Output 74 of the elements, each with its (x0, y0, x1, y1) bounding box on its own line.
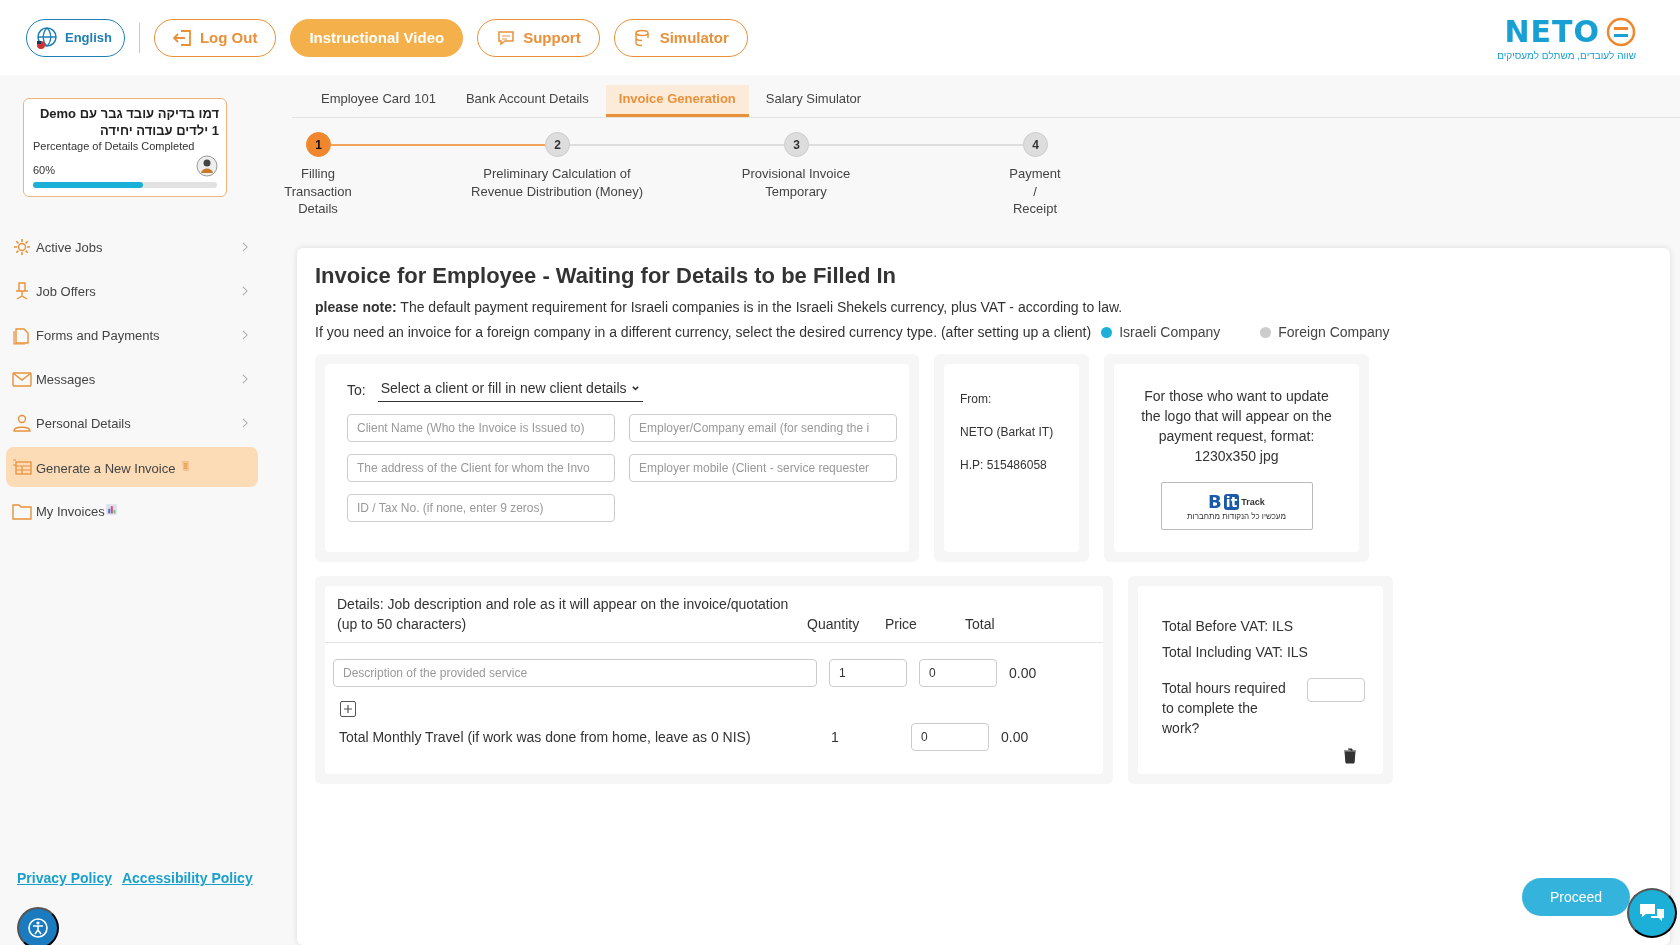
total-label: Total Including VAT: (1162, 644, 1283, 660)
line-total: 0.00 (1009, 665, 1038, 681)
note-text: please note: The default payment requirement for Israeli companies is in the Israeli Shekels currency, plus VAT - according to law. (315, 299, 1124, 315)
sender-text: H.P: 515486058 (960, 458, 1048, 472)
price-field[interactable]: 0 (919, 659, 997, 687)
sidebar-item[interactable]: Messages (6, 359, 258, 399)
travel-label: Total Monthly Travel (if work was done from home, leave as 0 NIS) (339, 729, 752, 745)
accessibility-button[interactable] (17, 907, 59, 945)
sender-text: NETO (Barkat IT) (960, 425, 1055, 439)
step-circle: 4 (1023, 132, 1048, 157)
avatar-icon (196, 155, 218, 177)
language-button[interactable]: English (26, 18, 125, 57)
sidebar-item[interactable]: My Invoices (6, 491, 258, 531)
input-field[interactable]: Employer mobile (Client - service requester (629, 454, 897, 482)
travel-quantity: 1 (831, 729, 840, 745)
profile-name: דמו בדיקה עובד גבר עם Demo 1 ילדים עבודה יחידה (38, 105, 219, 139)
step-circle: 3 (784, 132, 809, 157)
input-field[interactable]: ID / Tax No. (if none, enter 9 zeros) (347, 494, 615, 522)
step-circle: 2 (545, 132, 570, 157)
step-label: Preliminary Calculation of Revenue Distribution (Money) (471, 165, 643, 200)
sidebar-item[interactable]: Job Offers (6, 271, 258, 311)
folder-icon (12, 501, 32, 521)
logo-icon (1606, 16, 1636, 47)
column-header: Price (885, 615, 918, 634)
logo-text: NETO (1504, 14, 1600, 49)
description-field[interactable]: Description of the provided service (333, 659, 817, 687)
envelope-icon (12, 369, 32, 389)
accessibility-icon (27, 917, 49, 939)
document-icon (12, 325, 32, 345)
globe-icon (37, 26, 57, 49)
caret-icon (630, 383, 640, 393)
tab[interactable]: Employee Card 101 (308, 85, 449, 117)
sidebar-item[interactable]: Generate a New Invoice (6, 447, 258, 487)
currency-radio[interactable]: Foreign Company (1260, 324, 1390, 340)
currency-code: ILS (1286, 644, 1308, 660)
profile-subtitle: Percentage of Details Completed (33, 140, 196, 152)
currency-prompt: If you need an invoice for a foreign company in a different currency, select the desired currency type. (after setting up a client) (315, 324, 1092, 340)
step-label: Provisional Invoice Temporary (741, 165, 851, 200)
hours-label: Total hours required to complete the work? (1162, 679, 1287, 738)
to-label: To: (347, 382, 366, 398)
input-field[interactable]: Client Name (Who the Invoice is Issued to) (347, 414, 615, 442)
sender-text: From: (960, 392, 993, 406)
price-field[interactable]: 0 (911, 723, 989, 751)
step-circle: 1 (306, 132, 331, 157)
add-line-button[interactable] (340, 701, 356, 717)
logout-icon (172, 27, 193, 48)
step-label: Payment / Receipt (1009, 165, 1061, 218)
column-header: Details: Job description and role as it will appear on the invoice/quotation (up to 50 characters) (337, 595, 790, 634)
sidebar-item[interactable]: Forms and Payments (6, 315, 258, 355)
sidebar-item[interactable]: Personal Details (6, 403, 258, 443)
trash-icon[interactable] (1343, 748, 1357, 764)
step-label: Filling Transaction Details (284, 165, 352, 218)
logo-note: For those who want to update the logo that will appear on the payment request, format: 1230x350 jpg (1140, 387, 1333, 466)
column-header: Quantity (807, 615, 861, 634)
currency-code: ILS (1272, 618, 1294, 634)
person-icon (12, 413, 32, 433)
hours-field[interactable] (1307, 678, 1365, 702)
tab[interactable]: Bank Account Details (452, 85, 602, 117)
total-label: Total Before VAT: (1162, 618, 1269, 634)
sidebar-item[interactable]: Active Jobs (6, 227, 258, 267)
tab[interactable]: Salary Simulator (752, 85, 875, 117)
bar-chart-icon (104, 503, 118, 516)
travel-total: 0.00 (1001, 729, 1030, 745)
invoice-title: Invoice for Employee - Waiting for Details to be Filled In (315, 263, 898, 289)
plus-icon (341, 702, 355, 716)
input-field[interactable]: Employer/Company email (for sending the i (629, 414, 897, 442)
column-header: Total (965, 615, 996, 634)
logo-tagline: שווה לעובדים, משתלם למעסיקים (1497, 50, 1636, 61)
currency-radio[interactable]: Israeli Company (1101, 324, 1221, 340)
quantity-field[interactable]: 1 (829, 659, 907, 687)
client-select[interactable]: Select a client or fill in new client details (377, 378, 643, 402)
input-field[interactable]: The address of the Client for whom the Invo (347, 454, 615, 482)
completion-percent: 60% (33, 164, 56, 176)
invoice-icon (12, 457, 32, 477)
